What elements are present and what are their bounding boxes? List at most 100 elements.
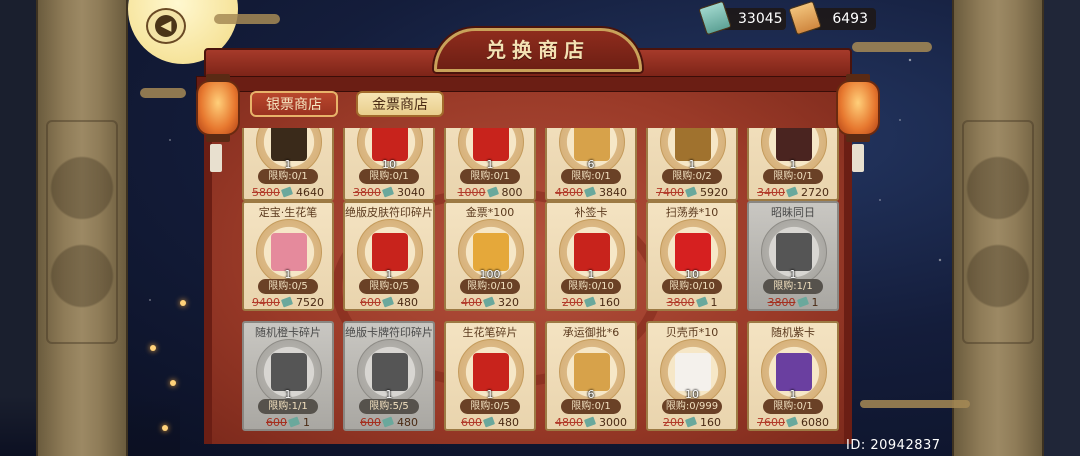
item-price: 3800 3040 — [345, 186, 433, 199]
purchase-limit: 限购:0/1 — [763, 169, 823, 184]
shop-item-card[interactable]: 绝版皮肤符印碎片 1 限购:0/5 600 480 — [343, 201, 435, 311]
sale-price: 480 — [397, 416, 418, 429]
ticket-icon — [486, 186, 499, 198]
ticket-icon — [381, 186, 395, 198]
purchase-limit: 限购:0/10 — [561, 279, 621, 294]
shop-item-card[interactable]: 1 限购:0/1 1000 800 — [444, 128, 536, 201]
item-price: 3400 2720 — [749, 186, 837, 199]
item-price: 3800 1 — [749, 296, 837, 309]
scroll-icon — [574, 353, 610, 391]
bronze-token-icon — [675, 128, 711, 161]
item-price: 9400 7520 — [244, 296, 332, 309]
lantern-right-icon — [836, 74, 880, 142]
purchase-limit: 限购:0/5 — [258, 279, 318, 294]
shop-item-card[interactable]: 补签卡 1 限购:0/10 200 160 — [545, 201, 637, 311]
shop-item-card[interactable]: 6 限购:0/1 4800 3840 — [545, 128, 637, 201]
item-grid[interactable]: 1 限购:0/1 5800 4640 10 限购:0/1 3800 3040 1 限购:0/1 10… — [242, 128, 842, 436]
shop-item-card[interactable]: 承运御批*6 6 限购:0/1 4800 3000 — [545, 321, 637, 431]
ticket-icon — [583, 296, 597, 308]
ticket-icon — [287, 416, 301, 428]
purchase-limit: 限购:0/1 — [561, 399, 621, 414]
shop-item-card[interactable]: 1 限购:0/2 7400 5920 — [646, 128, 738, 201]
plum-blossom-brush-icon — [271, 233, 307, 271]
cloud-decoration — [214, 14, 280, 24]
original-price: 600 — [360, 416, 381, 429]
original-price: 3400 — [757, 186, 785, 199]
item-price: 7400 5920 — [648, 186, 736, 199]
ticket-icon — [280, 186, 294, 198]
shop-item-card[interactable]: 1 限购:0/1 3400 2720 — [747, 128, 839, 201]
shop-item-card[interactable]: 昭昧同日 1 限购:1/1 3800 1 — [747, 201, 839, 311]
sale-price: 3000 — [599, 416, 627, 429]
shop-item-card[interactable]: 绝版卡牌符印碎片 1 限购:5/5 600 480 — [343, 321, 435, 431]
item-name: 绝版皮肤符印碎片 — [345, 206, 433, 219]
purchase-limit: 限购:0/1 — [460, 169, 520, 184]
gold-ticket-icon — [473, 233, 509, 271]
item-price: 4800 3840 — [547, 186, 635, 199]
purchase-limit: 限购:0/1 — [763, 399, 823, 414]
left-carved-wall — [36, 0, 128, 456]
item-name: 金票*100 — [465, 206, 515, 219]
ticket-icon — [684, 416, 698, 428]
shop-item-card[interactable]: 随机橙卡碎片 1 限购:1/1 600 1 — [242, 321, 334, 431]
original-price: 9400 — [252, 296, 280, 309]
original-price: 3800 — [666, 296, 695, 309]
sale-price: 800 — [501, 186, 523, 199]
floating-lantern-light — [150, 345, 156, 351]
original-price: 4800 — [555, 186, 583, 199]
gift-box-icon — [271, 128, 307, 161]
tab-silver-shop[interactable]: 银票商店 — [250, 91, 338, 117]
sale-price: 3840 — [599, 186, 627, 199]
item-name: 定宝·生花笔 — [258, 206, 318, 219]
shop-item-card[interactable]: 扫荡券*10 10 限购:0/10 3800 1 — [646, 201, 738, 311]
ticket-icon — [695, 296, 708, 308]
avatar-frame-icon — [776, 233, 812, 271]
item-price: 600 480 — [345, 296, 433, 309]
shop-item-card[interactable]: 随机紫卡 1 限购:0/1 7600 6080 — [747, 321, 839, 431]
ticket-icon — [381, 416, 395, 428]
purchase-limit: 限购:0/5 — [359, 279, 419, 294]
sale-price: 480 — [498, 416, 519, 429]
shop-item-card[interactable]: 10 限购:0/1 3800 3040 — [343, 128, 435, 201]
back-button[interactable]: ◀ — [146, 8, 186, 44]
purchase-limit: 限购:0/999 — [662, 399, 722, 414]
sale-price: 1 — [303, 416, 310, 429]
sale-price: 3040 — [397, 186, 425, 199]
floating-lantern-light — [162, 425, 168, 431]
sale-price: 7520 — [296, 296, 324, 309]
ticket-icon — [785, 186, 799, 198]
original-price: 7400 — [656, 186, 684, 199]
sale-price: 5920 — [700, 186, 728, 199]
tab-gold-shop[interactable]: 金票商店 — [356, 91, 444, 117]
mystery-card-icon — [776, 353, 812, 391]
purchase-limit: 限购:0/1 — [561, 169, 621, 184]
scroll-icon — [574, 128, 610, 161]
item-name: 扫荡券*10 — [665, 206, 719, 219]
sale-price: 6080 — [801, 416, 829, 429]
ticket-icon — [280, 296, 294, 308]
sale-price: 1 — [710, 296, 718, 309]
shop-item-card[interactable]: 金票*100 100 限购:0/10 400 320 — [444, 201, 536, 311]
purchase-limit: 限购:5/5 — [359, 399, 419, 414]
ticket-icon — [482, 416, 496, 428]
original-price: 7600 — [757, 416, 785, 429]
shop-item-card[interactable]: 定宝·生花笔 1 限购:0/5 9400 7520 — [242, 201, 334, 311]
original-price: 200 — [663, 416, 684, 429]
paper-tag — [210, 144, 222, 172]
floating-lantern-light — [180, 300, 186, 306]
original-price: 600 — [461, 416, 482, 429]
ticket-icon — [796, 296, 809, 308]
page-title: 兑换商店 — [486, 38, 590, 62]
seal-fragment-icon — [372, 233, 408, 271]
shop-item-card[interactable]: 贝壳币*10 10 限购:0/999 200 160 — [646, 321, 738, 431]
ticket-icon — [583, 416, 597, 428]
game-scene: { "header": {"title": "兑换商店", "back_icon… — [0, 0, 1080, 456]
item-price: 400 320 — [446, 296, 534, 309]
original-price: 3800 — [353, 186, 381, 199]
item-price: 4800 3000 — [547, 416, 635, 429]
sale-price: 480 — [397, 296, 418, 309]
original-price: 1000 — [457, 186, 486, 199]
cloud-decoration — [852, 42, 932, 52]
shop-item-card[interactable]: 生花笔碎片 1 限购:0/5 600 480 — [444, 321, 536, 431]
shop-item-card[interactable]: 1 限购:0/1 5800 4640 — [242, 128, 334, 201]
